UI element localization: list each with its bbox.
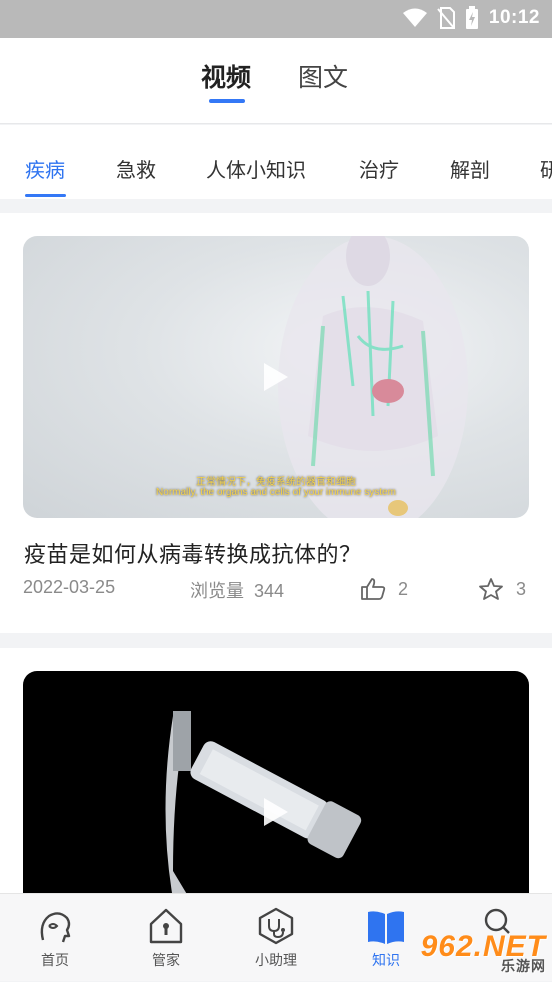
site-watermark-logo: 962.NET 乐游网 [421,930,546,976]
nav-label: 知识 [372,952,400,968]
video-subtitle-cn: 正常情况下，免疫系统的器官和细胞 [196,477,356,488]
tab-pictext[interactable]: 图文 [298,58,348,94]
home-head-icon [40,912,71,943]
card-title[interactable]: 疫苗是如何从病毒转换成抗体的？ [24,537,362,569]
play-icon[interactable] [264,798,288,826]
category-tab-first-aid[interactable]: 急救 [116,154,156,183]
views-label: 浏览量 [190,581,244,601]
category-tab-anatomy[interactable]: 解剖 [450,154,490,183]
active-category-indicator [25,194,66,197]
nav-assistant[interactable]: 小助理 [236,894,316,982]
like-count: 2 [398,578,409,599]
play-icon[interactable] [264,363,288,391]
favorite-button[interactable]: 3 [478,577,526,601]
video-thumbnail[interactable]: 正常情况下，免疫系统的器官和细胞 Normally, the organs an… [23,236,529,518]
medical-device-image [165,711,362,899]
nav-home[interactable]: 首页 [15,894,95,982]
status-bar: 10:12 [0,0,552,38]
top-tab-bar: 视频 图文 [0,38,552,124]
stethoscope-icon [258,907,294,945]
nav-steward[interactable]: 管家 [126,894,206,982]
category-tab-treatment[interactable]: 治疗 [359,154,399,183]
favorite-count: 3 [516,578,527,599]
category-tab-body-knowledge[interactable]: 人体小知识 [206,154,306,183]
card-date: 2022-03-25 [23,577,116,597]
thumbs-up-icon [361,578,386,600]
tab-video[interactable]: 视频 [201,58,251,94]
status-icons: 10:12 [402,6,540,30]
like-button[interactable]: 2 [360,577,408,601]
no-sim-icon [437,7,455,29]
video-subtitle-en: Normally, the organs and cells of your i… [156,487,396,498]
nav-label: 首页 [41,952,69,968]
battery-charging-icon [465,6,478,29]
category-tab-bar: 疾病 急救 人体小知识 治疗 解剖 研 [0,125,552,199]
status-time: 10:12 [488,7,540,28]
category-tab-disease[interactable]: 疾病 [25,154,65,183]
nav-knowledge[interactable]: 知识 [346,894,426,982]
house-keyhole-icon [149,908,183,944]
video-thumbnail[interactable] [23,671,529,911]
wifi-icon [402,8,427,27]
views-count: 344 [254,581,285,601]
nav-label: 小助理 [255,952,297,968]
active-tab-indicator [209,99,245,103]
video-card[interactable] [0,648,552,911]
star-icon [479,578,503,600]
nav-label: 管家 [152,952,180,968]
book-icon [368,911,404,944]
video-card[interactable]: 正常情况下，免疫系统的器官和细胞 Normally, the organs an… [0,213,552,633]
category-tab-more[interactable]: 研 [540,154,552,183]
card-views: 浏览量 344 [190,577,284,603]
